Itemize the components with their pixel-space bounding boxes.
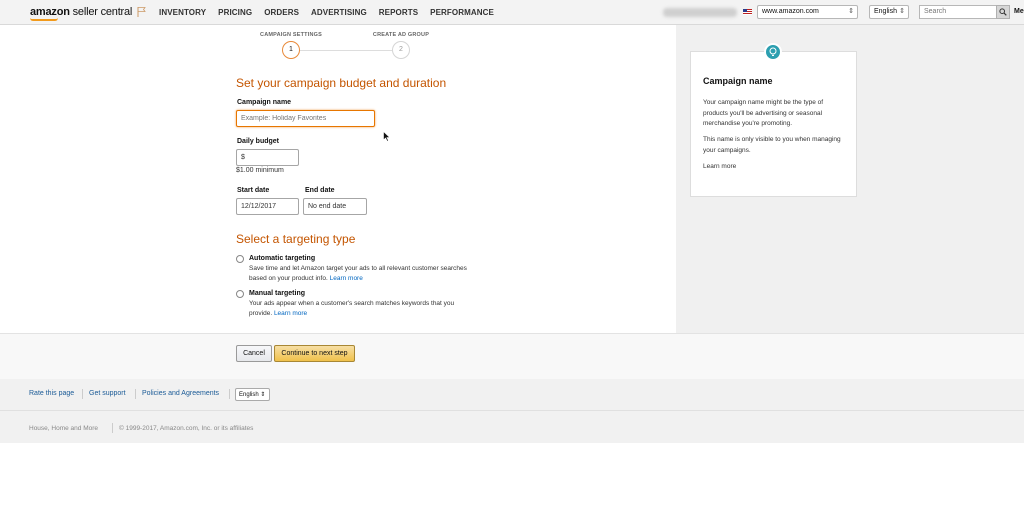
step-1-indicator: 1 xyxy=(282,41,300,59)
daily-budget-input[interactable]: $ xyxy=(236,149,299,166)
action-bar xyxy=(0,333,1024,379)
search-placeholder: Search xyxy=(924,8,947,15)
step-2-indicator: 2 xyxy=(392,41,410,59)
help-panel-paragraph-1: Your campaign name might be the type of … xyxy=(703,99,824,127)
nav-orders[interactable]: ORDERS xyxy=(264,8,299,17)
language-value: English xyxy=(874,8,897,15)
footer-category: House, Home and More xyxy=(29,425,99,432)
footer-separator xyxy=(135,389,136,399)
help-panel-paragraph-2: This name is only visible to you when ma… xyxy=(703,136,841,154)
start-date-label: Start date xyxy=(237,187,270,194)
budget-section-title: Set your campaign budget and duration xyxy=(236,76,447,90)
step-connector xyxy=(300,50,392,51)
select-arrow-icon: ⇕ xyxy=(899,8,905,15)
account-name-blurred xyxy=(663,8,737,17)
logo-brand: amazon xyxy=(30,6,70,18)
footer-language-select[interactable]: English ⇕ xyxy=(235,388,270,401)
cancel-button[interactable]: Cancel xyxy=(236,345,272,362)
search-icon xyxy=(999,8,1007,16)
manual-targeting-radio[interactable] xyxy=(236,290,244,298)
footer-language-value: English xyxy=(239,392,259,398)
nav-inventory[interactable]: INVENTORY xyxy=(159,8,206,17)
manual-targeting-title: Manual targeting xyxy=(249,290,306,297)
nav-pricing[interactable]: PRICING xyxy=(218,8,252,17)
step-label-campaign-settings: CAMPAIGN SETTINGS xyxy=(260,32,322,38)
nav-performance[interactable]: PERFORMANCE xyxy=(430,8,494,17)
step-label-create-ad-group: CREATE AD GROUP xyxy=(372,32,430,38)
language-select[interactable]: English ⇕ xyxy=(869,5,909,19)
manual-targeting-learn-more-link[interactable]: Learn more xyxy=(274,310,307,317)
daily-budget-hint: $1.00 minimum xyxy=(236,167,284,174)
footer-copyright: © 1999-2017, Amazon.com, Inc. or its aff… xyxy=(119,425,254,432)
nav-advertising[interactable]: ADVERTISING xyxy=(311,8,367,17)
footer-divider xyxy=(0,410,1024,411)
lightbulb-icon xyxy=(764,43,782,61)
automatic-targeting-title: Automatic targeting xyxy=(249,255,316,262)
us-flag-icon xyxy=(743,9,752,15)
top-navigation-bar: amazon seller central INVENTORY PRICING … xyxy=(0,0,1024,25)
campaign-name-input[interactable] xyxy=(236,110,375,127)
logo-smile-icon xyxy=(30,18,58,21)
footer-separator xyxy=(82,389,83,399)
start-date-input[interactable]: 12/12/2017 xyxy=(236,198,299,215)
help-panel-learn-more-link[interactable]: Learn more xyxy=(703,162,848,173)
targeting-section-title: Select a targeting type xyxy=(236,232,356,246)
footer-link-policies[interactable]: Policies and Agreements xyxy=(142,390,219,397)
footer-separator xyxy=(112,423,113,433)
automatic-targeting-radio[interactable] xyxy=(236,255,244,263)
logo-sub: seller central xyxy=(69,6,133,18)
end-date-input[interactable]: No end date xyxy=(303,198,367,215)
marketplace-value: www.amazon.com xyxy=(762,8,819,15)
daily-budget-label: Daily budget xyxy=(237,138,280,145)
nav-reports[interactable]: REPORTS xyxy=(379,8,418,17)
currency-prefix: $ xyxy=(241,154,245,161)
main-nav: INVENTORY PRICING ORDERS ADVERTISING REP… xyxy=(159,8,494,17)
search-input[interactable]: Search xyxy=(919,5,997,19)
start-date-value: 12/12/2017 xyxy=(241,203,277,210)
flag-icon[interactable] xyxy=(137,6,147,18)
mouse-cursor-icon xyxy=(383,131,391,142)
automatic-targeting-learn-more-link[interactable]: Learn more xyxy=(330,275,363,282)
footer-link-rate-page[interactable]: Rate this page xyxy=(29,390,74,397)
footer-link-get-support[interactable]: Get support xyxy=(89,390,126,397)
select-arrow-icon: ⇕ xyxy=(848,8,854,15)
search-button[interactable] xyxy=(996,5,1010,19)
campaign-name-label: Campaign name xyxy=(237,99,292,106)
continue-button[interactable]: Continue to next step xyxy=(274,345,355,362)
marketplace-select[interactable]: www.amazon.com ⇕ xyxy=(757,5,858,19)
more-menu[interactable]: Me xyxy=(1014,8,1024,15)
automatic-targeting-description: Save time and let Amazon target your ads… xyxy=(249,264,479,284)
seller-central-logo[interactable]: amazon seller central xyxy=(30,6,132,18)
manual-targeting-description: Your ads appear when a customer's search… xyxy=(249,299,479,319)
footer xyxy=(0,379,1024,443)
end-date-label: End date xyxy=(305,187,335,194)
select-arrow-icon: ⇕ xyxy=(260,392,266,398)
footer-separator xyxy=(229,389,230,399)
help-panel-title: Campaign name xyxy=(703,76,773,86)
end-date-value: No end date xyxy=(308,203,347,210)
